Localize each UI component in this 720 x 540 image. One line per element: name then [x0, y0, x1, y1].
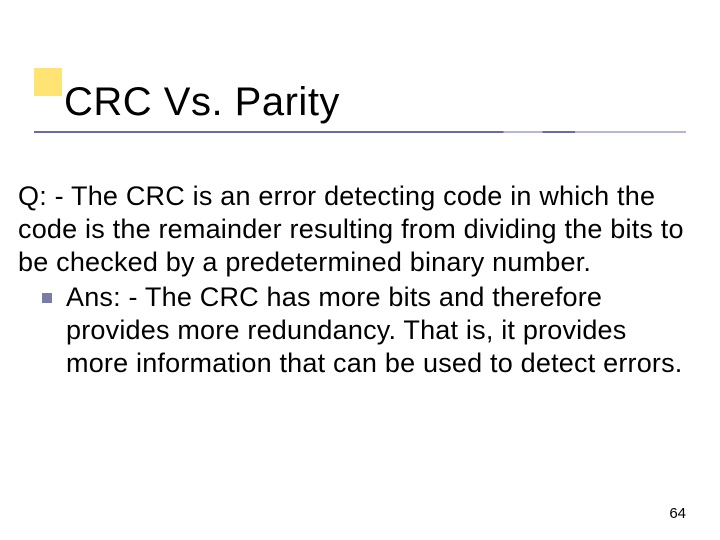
accent-square-icon — [34, 68, 62, 96]
slide: CRC Vs. Parity Q: - The CRC is an error … — [0, 0, 720, 540]
answer-item: Ans: - The CRC has more bits and therefo… — [18, 281, 694, 380]
bullet-square-icon — [42, 293, 52, 303]
answer-text: Ans: - The CRC has more bits and therefo… — [66, 281, 694, 380]
slide-title: CRC Vs. Parity — [64, 80, 686, 125]
body-content: Q: - The CRC is an error detecting code … — [18, 180, 694, 380]
title-underline — [34, 131, 686, 133]
page-number: 64 — [669, 505, 686, 522]
question-text: Q: - The CRC is an error detecting code … — [18, 180, 694, 279]
title-block: CRC Vs. Parity — [34, 80, 686, 133]
